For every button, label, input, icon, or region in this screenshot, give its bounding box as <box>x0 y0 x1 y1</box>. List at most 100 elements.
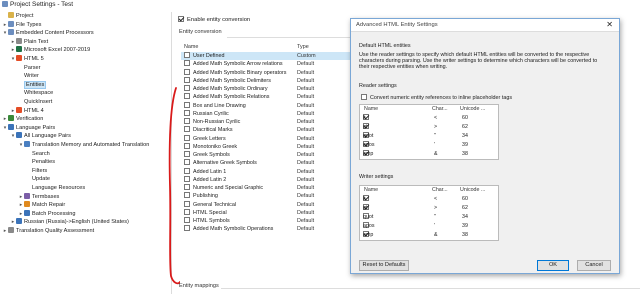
entity-row-checkbox[interactable] <box>184 151 190 157</box>
entity-setting-row[interactable]: quot " 34 <box>360 213 498 222</box>
entity-setting-row[interactable]: apos ' 39 <box>360 141 498 150</box>
entity-row-checkbox[interactable] <box>184 159 190 166</box>
tree-item[interactable]: ▸ File Types <box>2 20 41 30</box>
tree-item[interactable]: Whitespace <box>18 89 53 98</box>
entity-setting-char: " <box>434 133 436 139</box>
entity-row-checkbox[interactable] <box>184 134 190 141</box>
tree-item-label: Filters <box>32 167 48 174</box>
entity-row-checkbox[interactable] <box>184 118 190 124</box>
entity-row-checkbox[interactable] <box>184 217 190 223</box>
entity-row-checkbox[interactable] <box>184 76 190 83</box>
entity-row-checkbox[interactable] <box>184 126 190 133</box>
entity-row-name: Publishing <box>184 192 218 200</box>
tree-item[interactable]: ▸ HTML 4 <box>10 106 44 116</box>
entity-setting-row[interactable]: gt >62 <box>360 204 498 213</box>
entity-setting-label: lt <box>363 115 366 121</box>
writer-unicode-header[interactable]: Unicode ... <box>460 187 485 193</box>
tree-item[interactable]: Filters <box>26 167 47 176</box>
tree-item[interactable]: ▸ Termbases <box>18 192 60 202</box>
tree-item[interactable]: Entities <box>18 80 47 90</box>
entity-setting-row[interactable]: amp & 38 <box>360 231 498 240</box>
entity-row-label: Added Math Symbolic Delimiters <box>193 77 271 84</box>
entity-row-checkbox[interactable] <box>184 167 190 174</box>
tree-item[interactable]: ▸ Russian (Russia)->English (United State… <box>10 218 129 227</box>
entity-setting-row[interactable]: amp & 38 <box>360 150 498 159</box>
tree-item[interactable]: Penalties <box>26 158 55 167</box>
entity-setting-code: 38 <box>462 151 468 157</box>
enable-entity-conversion-checkbox[interactable] <box>178 16 184 22</box>
tree-item[interactable]: ▾ All Language Pairs <box>10 132 71 141</box>
entity-row-checkbox[interactable] <box>184 200 190 207</box>
convert-numeric-checkbox[interactable] <box>361 94 367 100</box>
entity-row-name: General Technical <box>184 200 236 209</box>
entity-setting-row[interactable]: lt <60 <box>360 114 498 123</box>
column-type-header[interactable]: Type <box>297 44 309 50</box>
entity-row-checkbox[interactable] <box>184 225 190 232</box>
entity-row-type: Default <box>297 94 315 101</box>
entity-row-name: Greek Letters <box>184 134 226 143</box>
tree-item[interactable]: Search <box>26 150 50 159</box>
tree-item[interactable]: Project <box>2 12 33 21</box>
entity-row-name: Monotoniko Greek <box>184 142 237 151</box>
entity-row-checkbox[interactable] <box>184 109 190 116</box>
close-icon[interactable]: ✕ <box>606 20 613 29</box>
tree-item[interactable]: ▸ Batch Processing <box>18 209 76 219</box>
reader-char-header[interactable]: Char... <box>432 106 448 112</box>
tree-item[interactable]: ▸ Match Repair <box>18 201 65 210</box>
writer-name-header[interactable]: Name <box>364 187 378 193</box>
entity-row-type: Default <box>297 218 315 224</box>
reader-name-header[interactable]: Name <box>364 106 378 112</box>
entity-row-checkbox[interactable] <box>184 60 190 67</box>
entity-setting-row[interactable]: apos ' 39 <box>360 222 498 231</box>
entity-setting-row[interactable]: lt <60 <box>360 195 498 204</box>
termbase-icon <box>24 192 30 199</box>
entity-setting-code: 39 <box>462 223 468 229</box>
tree-item[interactable]: ▾ Translation Memory and Automated Transl… <box>18 141 149 150</box>
ok-button[interactable]: OK <box>537 260 569 271</box>
entity-row-type: Default <box>297 102 315 109</box>
window-title-text: Project Settings - Test <box>10 1 74 8</box>
entity-row-checkbox[interactable] <box>184 93 190 100</box>
entity-setting-row[interactable]: quot " 34 <box>360 132 498 141</box>
writer-char-header[interactable]: Char... <box>432 187 448 193</box>
column-name-header[interactable]: Name <box>184 44 198 50</box>
tree-item[interactable]: ▾ Embedded Content Processors <box>2 29 94 38</box>
tree-item[interactable]: ▾ HTML 5 <box>10 55 44 64</box>
tree-item[interactable]: Parser <box>18 64 40 73</box>
reader-unicode-header[interactable]: Unicode ... <box>460 106 485 112</box>
entity-row-checkbox[interactable] <box>184 85 190 91</box>
entity-row-label: Added Math Symbolic Binary operators <box>193 69 287 76</box>
tree-item[interactable]: Writer <box>18 72 39 81</box>
convert-numeric-option[interactable]: Convert numeric entity references to inl… <box>361 94 512 101</box>
tree-item-label: Termbases <box>32 193 60 200</box>
tree-item[interactable]: ▸ Translation Quality Assessment <box>2 227 94 236</box>
entity-row-name: Added Latin 1 <box>184 167 226 176</box>
entity-row-checkbox[interactable] <box>184 175 190 182</box>
tree-item[interactable]: Language Resources <box>26 184 85 193</box>
entity-row-checkbox[interactable] <box>184 101 190 108</box>
entity-row-label: Box and Line Drawing <box>193 102 246 109</box>
entity-row-checkbox[interactable] <box>184 184 190 190</box>
cancel-button[interactable]: Cancel <box>577 260 611 271</box>
entity-row-checkbox[interactable] <box>184 208 190 215</box>
entity-row-checkbox[interactable] <box>184 192 190 199</box>
entity-row-checkbox[interactable] <box>184 68 190 75</box>
tree-item[interactable]: ▸ Plain Text <box>10 37 48 47</box>
tree-item[interactable]: Update <box>26 175 50 184</box>
entity-row-checkbox[interactable] <box>184 142 190 149</box>
entity-setting-row[interactable]: gt >62 <box>360 123 498 132</box>
enable-entity-conversion[interactable]: Enable entity conversion <box>178 16 250 23</box>
html-icon <box>16 106 22 113</box>
entity-row-label: Added Math Symbolic Relations <box>193 94 270 101</box>
entity-row-name: Non-Russian Cyrilic <box>184 118 240 126</box>
entity-row-checkbox[interactable] <box>184 52 190 58</box>
reader-entity-table[interactable]: Name Char... Unicode ... lt <60 gt >62 quot "… <box>359 104 499 160</box>
settings-tree[interactable]: Project ▸ File Types ▾ Embedded Content Proc… <box>0 12 172 294</box>
tree-item[interactable]: QuickInsert <box>18 98 52 107</box>
tree-item[interactable]: ▸ Microsoft Excel 2007-2019 <box>10 46 90 55</box>
writer-entity-table[interactable]: Name Char... Unicode ... lt <60 gt >62 quot "… <box>359 185 499 241</box>
tree-item[interactable]: ▸ Verification <box>2 115 43 124</box>
reset-to-defaults-button[interactable]: Reset to Defaults <box>359 260 409 271</box>
tree-item[interactable]: ▾ Language Pairs <box>2 123 55 133</box>
entity-row-type: Default <box>297 226 315 233</box>
